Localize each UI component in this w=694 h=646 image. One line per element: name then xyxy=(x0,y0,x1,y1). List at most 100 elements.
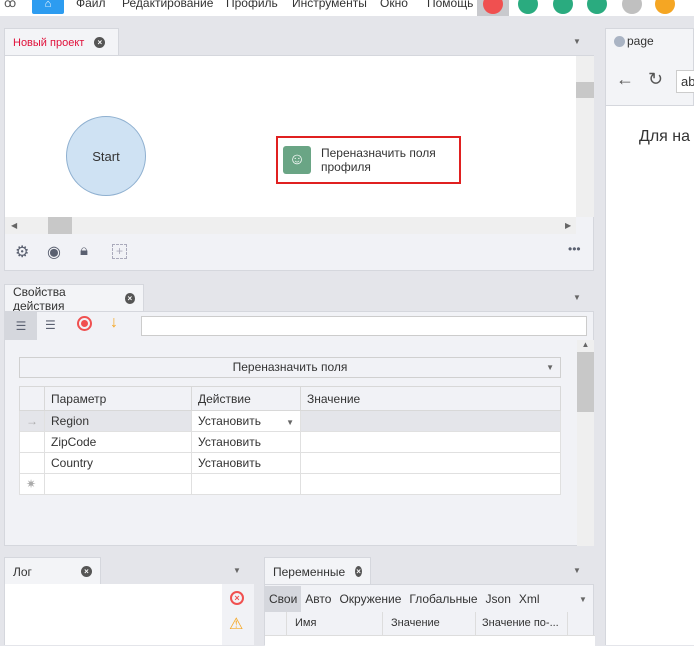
log-toolbar: × ⚠ xyxy=(222,584,254,645)
menu-bar: ꝏ ⌂ Файл Редактирование Профиль Инструме… xyxy=(0,0,694,16)
variables-panel: Свои Авто Окружение Глобальные Json Xml … xyxy=(264,584,595,646)
subtab-xml[interactable]: Xml xyxy=(515,592,544,606)
logo-icon: ꝏ xyxy=(4,0,17,10)
search-input[interactable] xyxy=(141,316,587,336)
properties-panel: ☰ ☰ ↓ Переназначить поля ▼ Параметр Дейст… xyxy=(4,311,594,546)
table-row[interactable]: Country Установить xyxy=(19,452,561,474)
column-header[interactable]: Значение xyxy=(300,386,561,411)
menu-window[interactable]: Окно xyxy=(380,0,408,10)
subtab-environment[interactable]: Окружение xyxy=(335,592,405,606)
tab-label: page xyxy=(627,34,654,48)
column-header[interactable]: Значение xyxy=(383,612,476,635)
variables-header: Имя Значение Значение по-... xyxy=(265,612,595,636)
table-row[interactable]: ZipCode Установить xyxy=(19,431,561,453)
tab-label: Свойства действия xyxy=(13,284,66,313)
play-button[interactable] xyxy=(553,0,573,14)
close-icon[interactable]: × xyxy=(124,293,135,304)
add-icon[interactable]: + xyxy=(112,244,127,259)
tab-properties[interactable]: Свойства действия × xyxy=(4,284,144,313)
properties-view-icon[interactable]: ☰ xyxy=(5,312,37,340)
value-cell[interactable] xyxy=(300,431,561,453)
column-header[interactable]: Имя xyxy=(287,612,383,635)
new-row[interactable]: ✷ xyxy=(19,473,561,495)
param-cell[interactable]: Region xyxy=(44,410,192,432)
tab-page[interactable]: page xyxy=(614,34,654,48)
chevron-down-icon[interactable]: ▼ xyxy=(233,566,241,575)
params-table: Параметр Действие Значение → Region Установи… xyxy=(19,386,561,495)
loop-button[interactable] xyxy=(518,0,538,14)
tab-label: Переменные xyxy=(273,564,346,579)
record-icon[interactable] xyxy=(77,316,92,331)
close-icon[interactable]: × xyxy=(81,566,92,577)
subtab-own[interactable]: Свои xyxy=(265,585,302,612)
profile-icon[interactable]: ◉ xyxy=(47,242,61,262)
home-button[interactable]: ⌂ xyxy=(32,0,64,14)
value-cell[interactable] xyxy=(300,410,561,432)
log-area[interactable] xyxy=(4,584,222,645)
step-button[interactable] xyxy=(587,0,607,14)
chevron-down-icon[interactable]: ▼ xyxy=(573,293,581,302)
value-cell[interactable] xyxy=(300,452,561,474)
user-icon: ☺ xyxy=(283,146,311,174)
tab-project[interactable]: Новый проект × xyxy=(4,28,119,56)
action-node-label: Переназначить поля профиля xyxy=(321,146,436,174)
action-select-value: Переназначить поля xyxy=(232,360,348,374)
new-row-icon: ✷ xyxy=(19,473,45,495)
more-icon[interactable]: ••• xyxy=(568,242,581,256)
page-text: Для на xyxy=(639,128,691,145)
tab-log[interactable]: Лог × xyxy=(4,557,101,585)
horizontal-scrollbar[interactable]: ◀ ▶ xyxy=(5,217,576,234)
column-header[interactable]: Значение по-... xyxy=(476,612,568,635)
menu-profile[interactable]: Профиль xyxy=(226,0,278,10)
chevron-down-icon: ▼ xyxy=(546,363,554,372)
stop-button[interactable] xyxy=(622,0,642,14)
menu-help[interactable]: Помощь xyxy=(427,0,473,10)
subtab-json[interactable]: Json xyxy=(482,592,515,606)
action-cell[interactable]: Установить ▼ xyxy=(191,410,301,432)
record-button[interactable] xyxy=(477,0,509,16)
exit-button[interactable] xyxy=(655,0,675,14)
action-cell[interactable]: Установить xyxy=(191,452,301,474)
address-input[interactable]: ab xyxy=(676,70,694,93)
error-filter-icon[interactable]: × xyxy=(230,591,244,605)
subtab-global[interactable]: Глобальные xyxy=(405,592,481,606)
row-indicator-icon: → xyxy=(19,410,45,432)
menu-tools[interactable]: Инструменты xyxy=(292,0,367,10)
action-node[interactable]: ☺ Переназначить поля профиля xyxy=(276,136,461,184)
tab-variables[interactable]: Переменные × xyxy=(264,557,371,585)
chevron-down-icon[interactable]: ▼ xyxy=(579,595,587,604)
subtab-auto[interactable]: Авто xyxy=(301,592,335,606)
vertical-scrollbar[interactable] xyxy=(576,56,594,217)
variables-subtabs: Свои Авто Окружение Глобальные Json Xml xyxy=(265,585,544,612)
browser-content: Для на xyxy=(606,105,694,645)
chevron-down-icon: ▼ xyxy=(286,418,294,427)
lock-icon[interactable]: 🔒︎ xyxy=(80,242,88,259)
globe-icon xyxy=(614,35,625,47)
browser-panel: page ← ↻ ab Для на xyxy=(605,28,694,645)
tab-label: Лог xyxy=(13,564,32,579)
vertical-scrollbar[interactable]: ▲ xyxy=(577,340,594,546)
tab-label: Новый проект xyxy=(13,36,85,49)
chevron-down-icon[interactable]: ▼ xyxy=(573,566,581,575)
column-header[interactable]: Действие xyxy=(191,386,301,411)
reload-icon[interactable]: ↻ xyxy=(648,69,663,90)
action-cell[interactable]: Установить xyxy=(191,431,301,453)
action-select[interactable]: Переназначить поля ▼ xyxy=(19,357,561,378)
warning-filter-icon[interactable]: ⚠ xyxy=(229,614,243,634)
edit-icon[interactable]: ☰ xyxy=(45,318,56,332)
start-node[interactable]: Start xyxy=(66,116,146,196)
column-header[interactable]: Параметр xyxy=(44,386,192,411)
table-row[interactable]: → Region Установить ▼ xyxy=(19,410,561,432)
settings-icon[interactable]: ⚙ xyxy=(15,242,29,262)
param-cell[interactable]: ZipCode xyxy=(44,431,192,453)
canvas[interactable]: Start ☺ Переназначить поля профиля xyxy=(5,56,576,217)
close-icon[interactable]: × xyxy=(355,566,362,577)
menu-edit[interactable]: Редактирование xyxy=(122,0,213,10)
back-icon[interactable]: ← xyxy=(616,69,634,90)
chevron-down-icon[interactable]: ▼ xyxy=(573,37,581,46)
param-cell[interactable]: Country xyxy=(44,452,192,474)
arrow-down-icon[interactable]: ↓ xyxy=(110,314,118,332)
project-panel: Start ☺ Переназначить поля профиля ◀ ▶ ⚙… xyxy=(4,55,594,271)
close-icon[interactable]: × xyxy=(94,37,106,48)
menu-file[interactable]: Файл xyxy=(76,0,106,10)
